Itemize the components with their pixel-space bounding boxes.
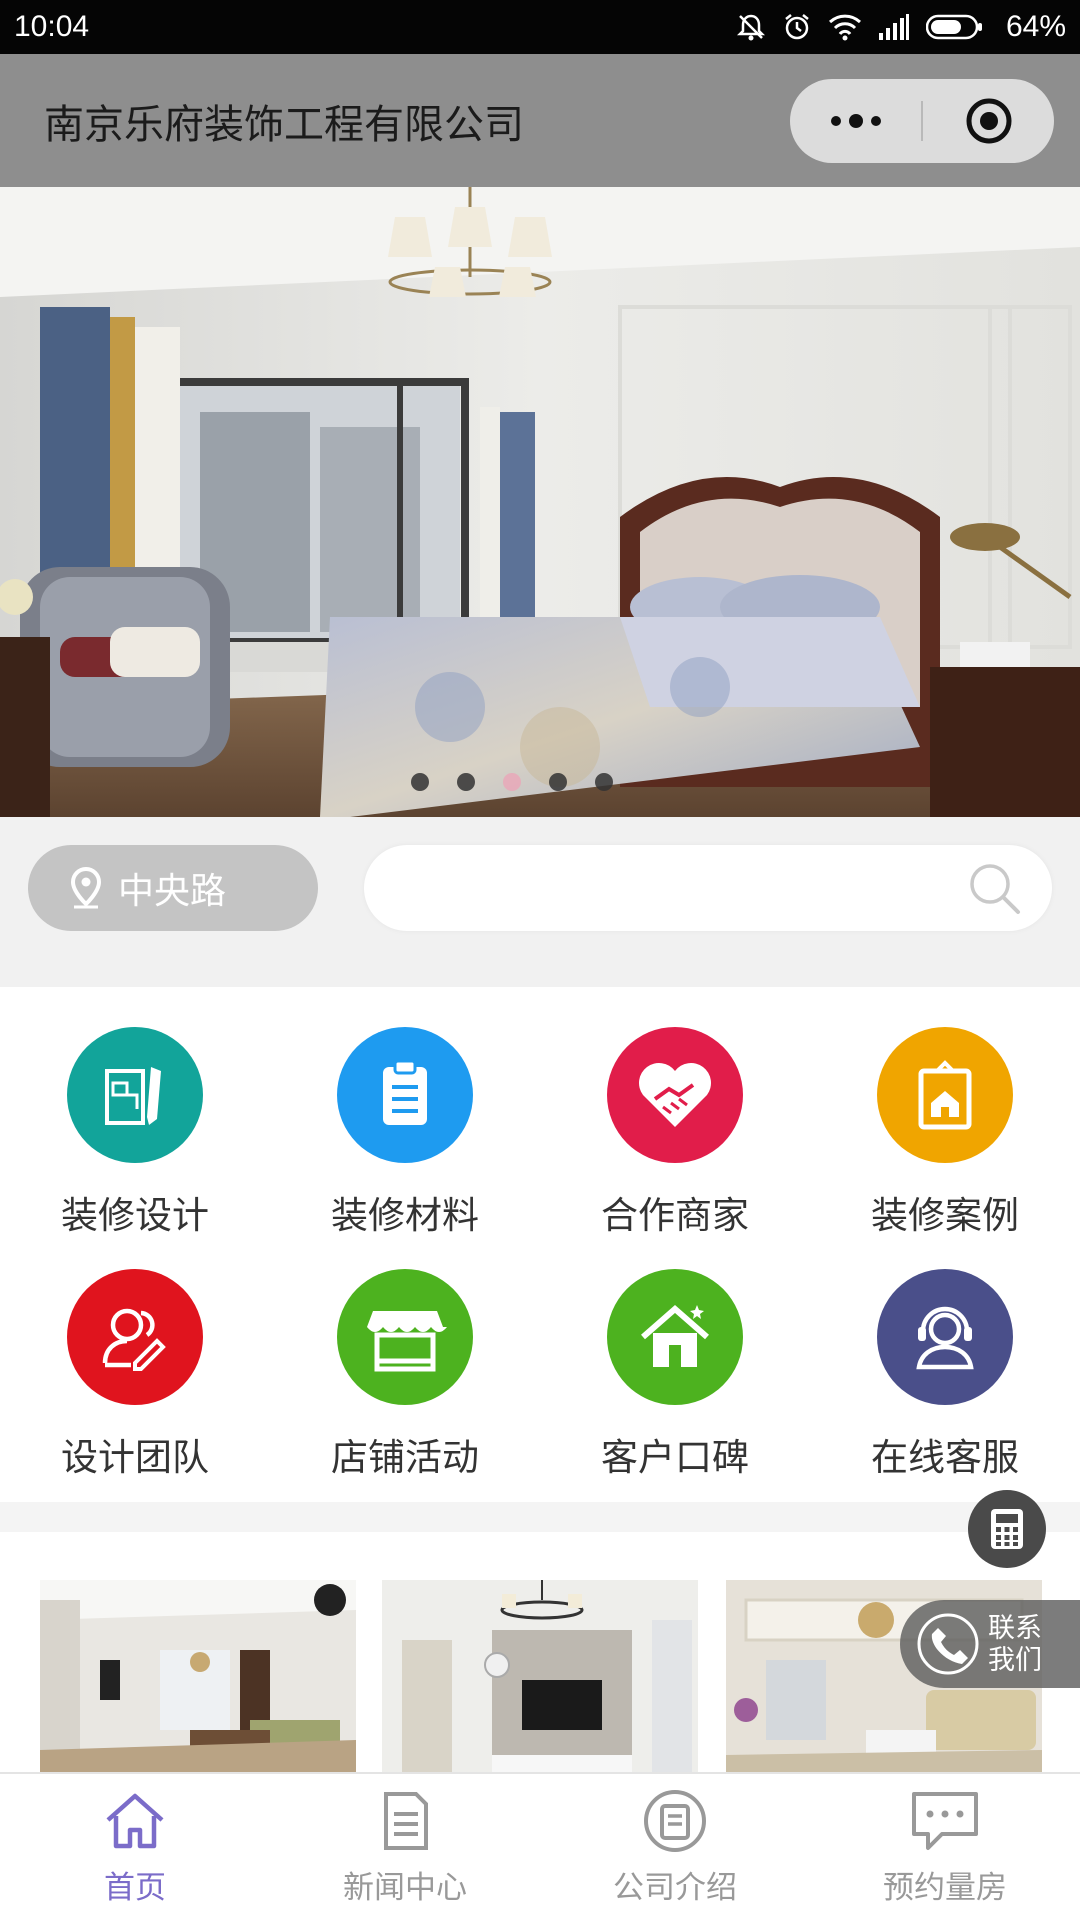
category-partners[interactable]: 合作商家 <box>540 1027 810 1239</box>
page-title: 南京乐府装饰工程有限公司 <box>44 102 524 147</box>
tab-label: 公司介绍 <box>613 1870 737 1905</box>
search-row: 中央路 <box>0 817 1080 987</box>
home-icon <box>106 1793 164 1849</box>
frame-house-icon <box>877 1027 1013 1163</box>
case-thumbnail[interactable] <box>40 1580 356 1772</box>
signal-icon <box>878 14 909 40</box>
location-pin-icon <box>70 866 102 909</box>
category-reviews[interactable]: 客户口碑 <box>540 1269 810 1481</box>
carousel-dot[interactable] <box>457 773 475 791</box>
headset-agent-icon <box>877 1269 1013 1405</box>
nav-bar: 南京乐府装饰工程有限公司 <box>0 54 1080 187</box>
carousel-dot[interactable] <box>549 773 567 791</box>
tab-label: 首页 <box>104 1870 166 1905</box>
category-label: 装修材料 <box>331 1195 479 1236</box>
carousel-dot[interactable] <box>411 773 429 791</box>
search-icon[interactable] <box>966 860 1022 916</box>
case-thumbnail[interactable] <box>382 1580 698 1772</box>
category-grid: 装修设计 装修材料 合作商家 装修案例 设计团队 店铺活动 客户口碑 在线客服 <box>0 987 1080 1502</box>
battery-icon <box>925 14 982 40</box>
close-button[interactable] <box>923 79 1054 163</box>
tab-news[interactable]: 新闻中心 <box>270 1774 540 1920</box>
category-materials[interactable]: 装修材料 <box>270 1027 540 1239</box>
status-icons: 64% <box>736 10 1066 44</box>
category-service[interactable]: 在线客服 <box>810 1269 1080 1481</box>
category-label: 在线客服 <box>871 1437 1019 1478</box>
banner-image <box>0 187 1080 817</box>
chat-bubble-icon <box>912 1792 978 1850</box>
tab-home[interactable]: 首页 <box>0 1774 270 1920</box>
category-store[interactable]: 店铺活动 <box>270 1269 540 1481</box>
category-design[interactable]: 装修设计 <box>0 1027 270 1239</box>
company-icon <box>644 1790 706 1852</box>
store-icon <box>337 1269 473 1405</box>
phone-icon <box>917 1613 979 1675</box>
clipboard-icon <box>337 1027 473 1163</box>
tab-label: 新闻中心 <box>343 1870 467 1905</box>
more-button[interactable] <box>790 79 921 163</box>
search-input[interactable] <box>364 845 1052 931</box>
location-label: 中央路 <box>118 870 227 911</box>
blueprint-icon <box>67 1027 203 1163</box>
tab-appointment[interactable]: 预约量房 <box>810 1774 1080 1920</box>
mute-icon <box>736 14 765 41</box>
tv-wall-photo <box>382 1580 698 1772</box>
contact-us-label: 联系我们 <box>988 1613 1042 1675</box>
handshake-heart-icon <box>607 1027 743 1163</box>
category-label: 客户口碑 <box>601 1437 749 1478</box>
news-icon <box>384 1792 428 1850</box>
more-dots-icon <box>830 114 881 128</box>
calculator-button[interactable] <box>968 1490 1046 1568</box>
carousel-indicators <box>0 773 1080 791</box>
tab-company[interactable]: 公司介绍 <box>540 1774 810 1920</box>
battery-percentage: 64% <box>1005 10 1066 43</box>
mini-program-capsule <box>790 79 1054 163</box>
tab-bar: 首页 新闻中心 公司介绍 预约量房 <box>0 1772 1080 1920</box>
status-bar: 10:04 64% <box>0 0 1080 54</box>
house-star-icon <box>607 1269 743 1405</box>
category-label: 合作商家 <box>601 1195 749 1236</box>
location-selector[interactable]: 中央路 <box>28 845 318 931</box>
carousel-dot[interactable] <box>595 773 613 791</box>
category-label: 装修案例 <box>871 1195 1019 1236</box>
wifi-icon <box>828 14 861 41</box>
contact-us-button[interactable]: 联系我们 <box>900 1600 1080 1688</box>
team-pen-icon <box>67 1269 203 1405</box>
calculator-icon <box>991 1509 1023 1549</box>
carousel-dot-active[interactable] <box>503 773 521 791</box>
banner-carousel[interactable] <box>0 187 1080 817</box>
category-team[interactable]: 设计团队 <box>0 1269 270 1481</box>
target-close-icon <box>966 98 1011 144</box>
alarm-icon <box>785 14 809 40</box>
status-time: 10:04 <box>14 10 90 43</box>
category-label: 装修设计 <box>61 1195 209 1236</box>
tab-label: 预约量房 <box>883 1870 1007 1905</box>
category-label: 店铺活动 <box>331 1437 479 1478</box>
category-label: 设计团队 <box>61 1437 209 1478</box>
category-cases[interactable]: 装修案例 <box>810 1027 1080 1239</box>
living-room-photo <box>40 1580 356 1772</box>
